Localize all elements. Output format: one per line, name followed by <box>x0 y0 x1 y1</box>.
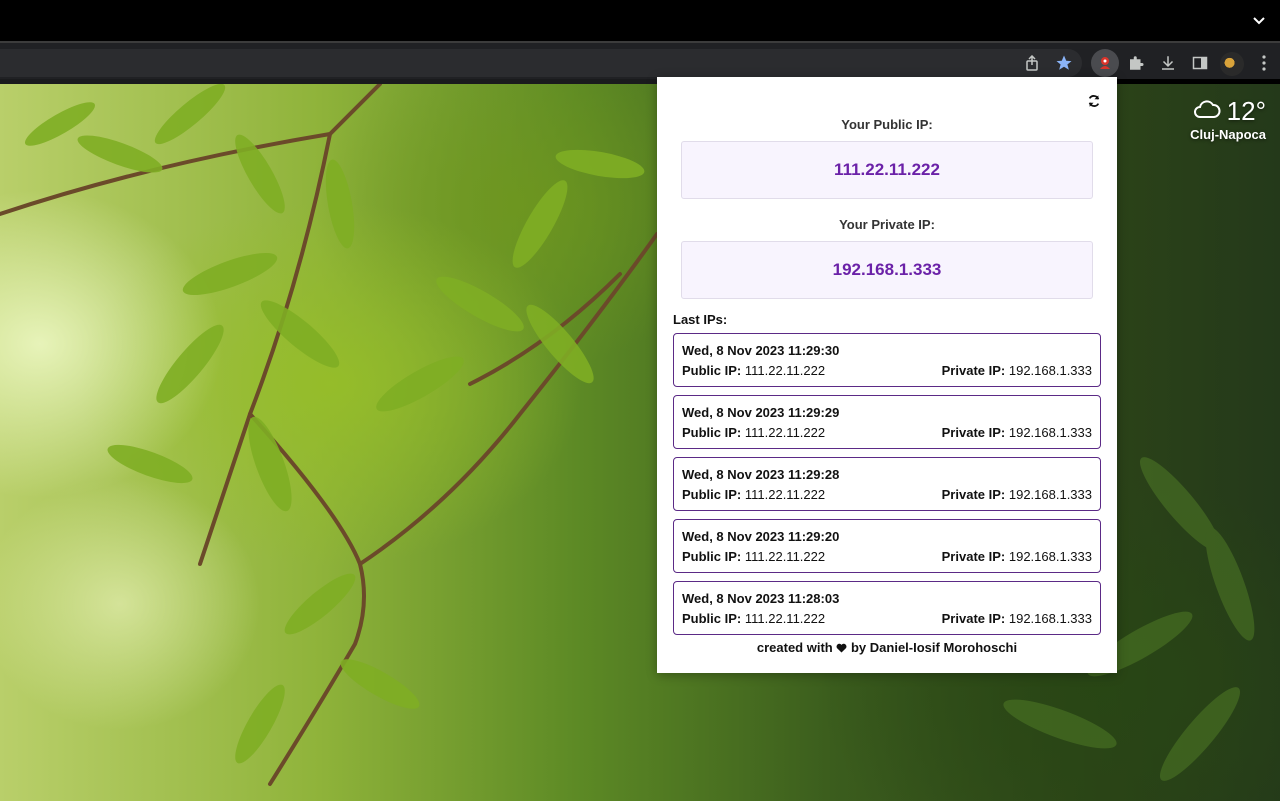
private-ip-prefix: Private IP: <box>941 425 1006 440</box>
history-private: Private IP: 192.168.1.333 <box>942 549 1092 564</box>
chevron-down-icon[interactable] <box>1252 14 1266 28</box>
ip-extension-popup: Your Public IP: 111.22.11.222 Your Priva… <box>657 77 1117 673</box>
history-public: Public IP: 111.22.11.222 <box>682 611 825 626</box>
footer-author[interactable]: by Daniel-Iosif Morohoschi <box>851 640 1017 655</box>
history-public: Public IP: 111.22.11.222 <box>682 363 825 378</box>
history-entry: Wed, 8 Nov 2023 11:29:29 Public IP: 111.… <box>673 395 1101 449</box>
private-ip-value[interactable]: 192.168.1.333 <box>681 241 1093 299</box>
extension-ip-icon[interactable] <box>1095 53 1115 73</box>
history-timestamp: Wed, 8 Nov 2023 11:28:03 <box>682 591 840 606</box>
public-ip-label: Your Public IP: <box>841 117 933 132</box>
history-entry: Wed, 8 Nov 2023 11:29:28 Public IP: 111.… <box>673 457 1101 511</box>
history-heading: Last IPs: <box>673 312 728 327</box>
history-private-value: 192.168.1.333 <box>1008 425 1092 440</box>
more-menu-icon[interactable] <box>1254 53 1274 73</box>
history-public: Public IP: 111.22.11.222 <box>682 425 825 440</box>
history-public: Public IP: 111.22.11.222 <box>682 487 825 502</box>
private-ip-label: Your Private IP: <box>839 217 935 232</box>
heart-icon <box>836 640 847 655</box>
weather-widget[interactable]: 12° Cluj-Napoca <box>1190 96 1266 142</box>
footer-prefix: created with <box>756 640 833 655</box>
public-ip-prefix: Public IP: <box>682 363 742 378</box>
refresh-icon[interactable] <box>1087 94 1103 110</box>
history-private: Private IP: 192.168.1.333 <box>942 611 1092 626</box>
history-private-value: 192.168.1.333 <box>1008 611 1092 626</box>
history-timestamp: Wed, 8 Nov 2023 11:29:20 <box>682 529 840 544</box>
history-timestamp: Wed, 8 Nov 2023 11:29:29 <box>682 405 840 420</box>
history-private-value: 192.168.1.333 <box>1008 487 1092 502</box>
history-entry: Wed, 8 Nov 2023 11:29:20 Public IP: 111.… <box>673 519 1101 573</box>
public-ip-value[interactable]: 111.22.11.222 <box>681 141 1093 199</box>
history-private: Private IP: 192.168.1.333 <box>942 425 1092 440</box>
weather-temperature: 12° <box>1226 96 1266 126</box>
private-ip-prefix: Private IP: <box>941 611 1006 626</box>
public-ip-prefix: Public IP: <box>682 487 742 502</box>
bookmark-star-icon[interactable] <box>1054 53 1074 73</box>
history-public-value: 111.22.11.222 <box>744 487 826 502</box>
history-private: Private IP: 192.168.1.333 <box>942 363 1092 378</box>
download-icon[interactable] <box>1158 53 1178 73</box>
address-bar[interactable] <box>0 49 1082 77</box>
history-private-value: 192.168.1.333 <box>1008 363 1092 378</box>
public-ip-prefix: Public IP: <box>682 425 742 440</box>
side-panel-icon[interactable] <box>1190 53 1210 73</box>
history-timestamp: Wed, 8 Nov 2023 11:29:30 <box>682 343 840 358</box>
history-timestamp: Wed, 8 Nov 2023 11:29:28 <box>682 467 840 482</box>
ip-history-list: Wed, 8 Nov 2023 11:29:30 Public IP: 111.… <box>673 333 1101 643</box>
public-ip-prefix: Public IP: <box>682 611 742 626</box>
browser-toolbar <box>0 41 1280 79</box>
private-ip-prefix: Private IP: <box>941 487 1006 502</box>
puzzle-icon[interactable] <box>1126 53 1146 73</box>
history-public-value: 111.22.11.222 <box>744 611 826 626</box>
history-public: Public IP: 111.22.11.222 <box>682 549 825 564</box>
private-ip-prefix: Private IP: <box>941 549 1006 564</box>
history-public-value: 111.22.11.222 <box>744 549 826 564</box>
profile-avatar[interactable] <box>1220 52 1244 76</box>
history-private-value: 192.168.1.333 <box>1008 549 1092 564</box>
history-public-value: 111.22.11.222 <box>744 363 826 378</box>
history-private: Private IP: 192.168.1.333 <box>942 487 1092 502</box>
history-entry: Wed, 8 Nov 2023 11:29:30 Public IP: 111.… <box>673 333 1101 387</box>
history-entry: Wed, 8 Nov 2023 11:28:03 Public IP: 111.… <box>673 581 1101 635</box>
popup-footer: created with by Daniel-Iosif Morohoschi <box>657 640 1117 655</box>
public-ip-prefix: Public IP: <box>682 549 742 564</box>
history-public-value: 111.22.11.222 <box>744 425 826 440</box>
share-icon[interactable] <box>1022 53 1042 73</box>
private-ip-prefix: Private IP: <box>941 363 1006 378</box>
weather-city: Cluj-Napoca <box>1190 127 1266 142</box>
cloud-icon <box>1193 98 1221 125</box>
window-title-bar <box>0 0 1280 41</box>
